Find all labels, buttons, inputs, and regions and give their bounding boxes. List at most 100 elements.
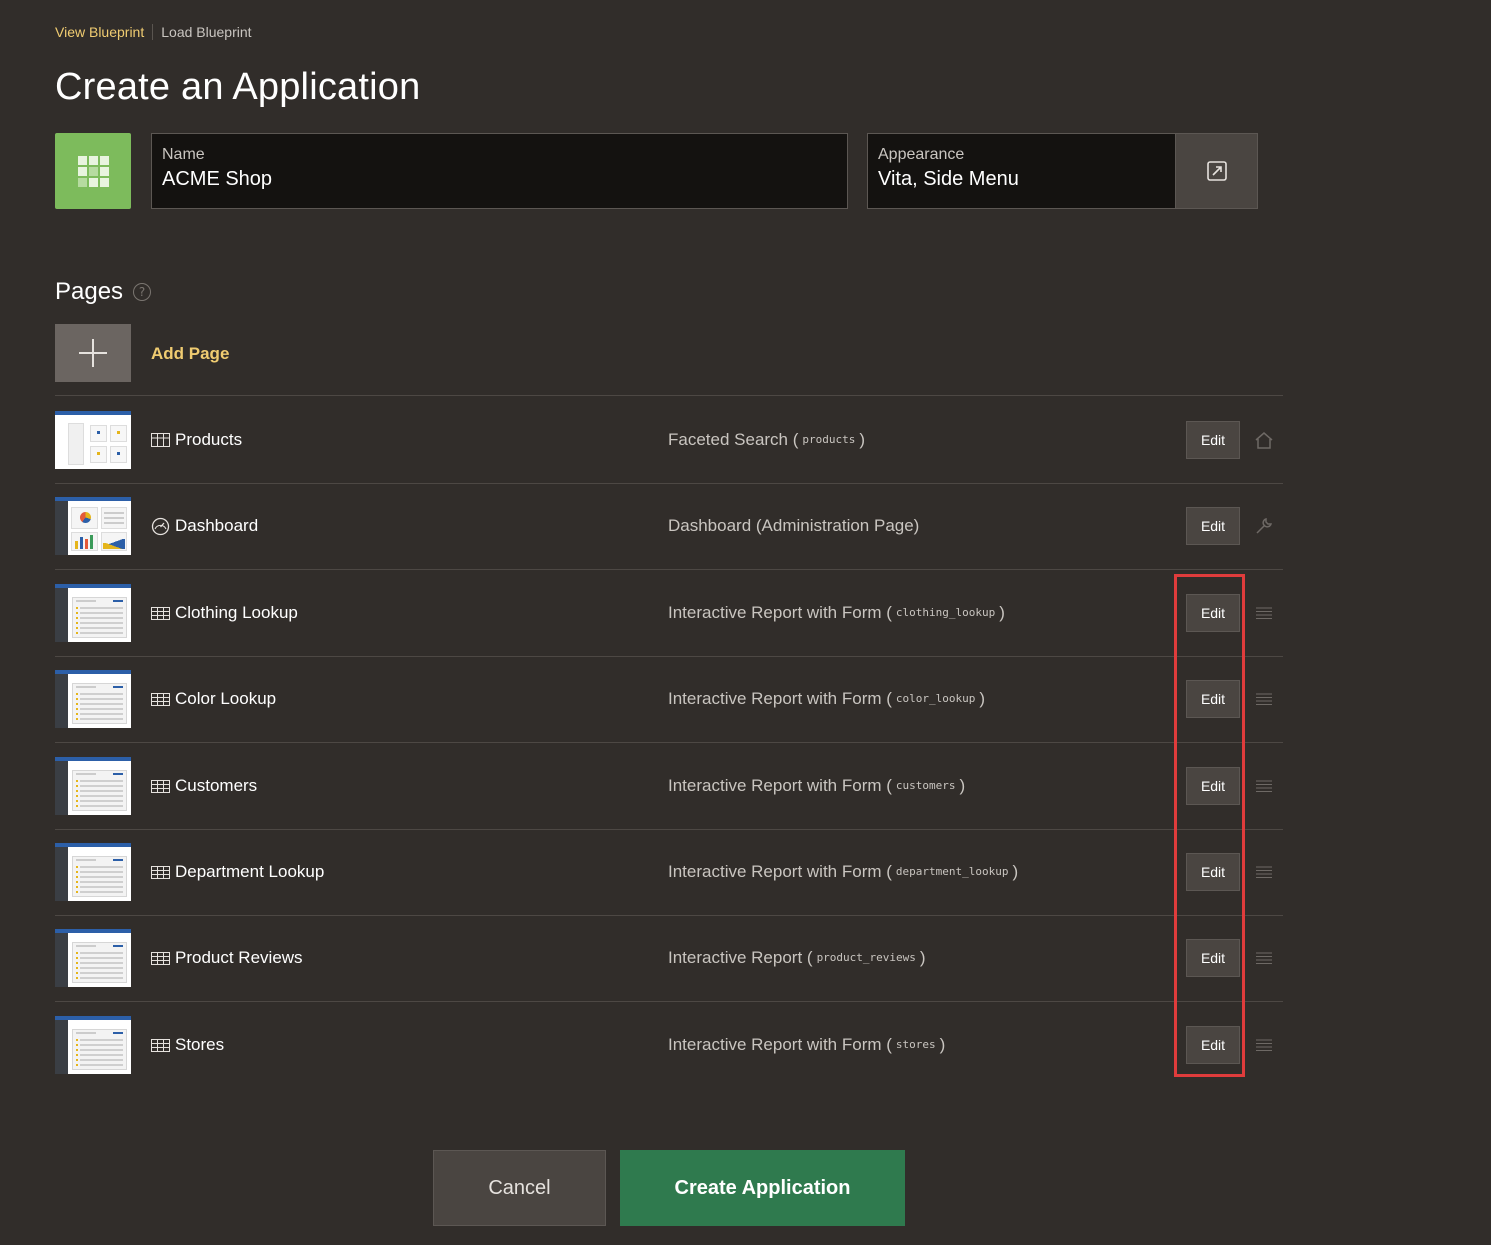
- edit-page-button[interactable]: Edit: [1186, 507, 1240, 545]
- create-application-button[interactable]: Create Application: [620, 1150, 905, 1226]
- name-value[interactable]: ACME Shop: [162, 168, 837, 191]
- row-divider: [55, 742, 1283, 743]
- edit-page-button[interactable]: Edit: [1186, 680, 1240, 718]
- drag-handle-icon[interactable]: [1254, 603, 1274, 623]
- page-type-label: Faceted Search (: [668, 430, 799, 449]
- page-thumbnail: [55, 1016, 131, 1074]
- page-type: Interactive Report with Form (stores): [668, 1035, 945, 1055]
- page-type: Interactive Report with Form (customers): [668, 776, 965, 796]
- pages-title: Pages: [55, 278, 124, 305]
- page-row: Stores Interactive Report with Form (sto…: [55, 1016, 1283, 1074]
- page-table-name: product_reviews: [816, 951, 916, 964]
- page-thumbnail: [55, 843, 131, 901]
- help-icon[interactable]: ?: [133, 283, 152, 301]
- page-type-label: Interactive Report (: [668, 948, 813, 967]
- page-thumbnail: [55, 670, 131, 728]
- page-row: Color Lookup Interactive Report with For…: [55, 670, 1283, 728]
- drag-handle-icon[interactable]: [1254, 689, 1274, 709]
- page-table-name: stores: [895, 1038, 936, 1051]
- table-icon: [151, 606, 170, 620]
- cancel-button[interactable]: Cancel: [433, 1150, 606, 1226]
- page-title-cell: Products: [151, 430, 242, 450]
- pages-heading: Pages ?: [55, 278, 152, 306]
- page-type: Dashboard (Administration Page): [668, 516, 919, 536]
- appearance-settings-button[interactable]: [1175, 133, 1258, 209]
- page-row: Products Faceted Search (products) Edit: [55, 411, 1283, 469]
- page-table-name: clothing_lookup: [895, 606, 996, 619]
- app-grid-icon: [77, 155, 109, 187]
- page-row: Dashboard Dashboard (Administration Page…: [55, 497, 1283, 555]
- page-title-cell: Dashboard: [151, 516, 258, 536]
- page-type-suffix: ): [979, 689, 986, 708]
- load-blueprint-link[interactable]: Load Blueprint: [161, 24, 251, 40]
- edit-page-button[interactable]: Edit: [1186, 939, 1240, 977]
- table-icon: [151, 865, 170, 879]
- row-divider: [55, 915, 1283, 916]
- edit-page-button[interactable]: Edit: [1186, 1026, 1240, 1064]
- page-name: Products: [175, 430, 243, 449]
- page-type-label: Interactive Report with Form (: [668, 603, 892, 622]
- page-title-cell: Product Reviews: [151, 948, 303, 968]
- page-thumbnail: [55, 411, 131, 469]
- page-type: Faceted Search (products): [668, 430, 865, 450]
- drag-handle-icon[interactable]: [1254, 776, 1274, 796]
- table-icon: [151, 951, 170, 965]
- appearance-label: Appearance: [878, 146, 965, 163]
- page-type-label: Dashboard (Administration Page): [668, 516, 920, 535]
- page-title-cell: Stores: [151, 1035, 224, 1055]
- appearance-field: Appearance Vita, Side Menu: [867, 133, 1176, 209]
- page-name: Color Lookup: [175, 689, 277, 708]
- page-type-suffix: ): [859, 430, 866, 449]
- add-page-link[interactable]: Add Page: [151, 344, 229, 364]
- page-type-suffix: ): [1012, 862, 1019, 881]
- view-blueprint-link[interactable]: View Blueprint: [55, 24, 144, 40]
- page-table-name: customers: [895, 779, 956, 792]
- row-divider: [55, 569, 1283, 570]
- name-label: Name: [162, 146, 205, 163]
- edit-page-button[interactable]: Edit: [1186, 767, 1240, 805]
- page-type-suffix: ): [959, 776, 966, 795]
- faceted-search-icon: [151, 433, 170, 447]
- edit-page-button[interactable]: Edit: [1186, 853, 1240, 891]
- open-dialog-icon: [1206, 161, 1227, 181]
- page-thumbnail: [55, 584, 131, 642]
- add-page-button[interactable]: [55, 324, 131, 382]
- plus-icon: [79, 339, 107, 367]
- page-type-suffix: ): [999, 603, 1005, 622]
- page-type-label: Interactive Report with Form (: [668, 689, 892, 708]
- page-name: Department Lookup: [175, 862, 325, 881]
- page-name: Dashboard: [175, 516, 259, 535]
- page-table-name: color_lookup: [895, 692, 976, 705]
- page-row: Product Reviews Interactive Report (prod…: [55, 929, 1283, 987]
- drag-handle-icon[interactable]: [1254, 1035, 1274, 1055]
- table-icon: [151, 1038, 170, 1052]
- gauge-icon: [151, 517, 170, 536]
- page-title-cell: Color Lookup: [151, 689, 276, 709]
- page-row: Customers Interactive Report with Form (…: [55, 757, 1283, 815]
- blueprint-nav: View Blueprint Load Blueprint: [55, 24, 252, 40]
- name-field[interactable]: Name ACME Shop: [151, 133, 848, 209]
- app-icon-picker[interactable]: [55, 133, 131, 209]
- table-icon: [151, 779, 170, 793]
- page-type-label: Interactive Report with Form (: [668, 862, 892, 881]
- page-title: Create an Application: [55, 66, 421, 108]
- page-type-label: Interactive Report with Form (: [668, 776, 892, 795]
- page-table-name: department_lookup: [895, 865, 1009, 878]
- home-icon: [1254, 430, 1274, 450]
- edit-page-button[interactable]: Edit: [1186, 421, 1240, 459]
- drag-handle-icon[interactable]: [1254, 862, 1274, 882]
- page-title-cell: Department Lookup: [151, 862, 324, 882]
- row-divider: [55, 395, 1283, 396]
- page-title-cell: Customers: [151, 776, 257, 796]
- row-divider: [55, 829, 1283, 830]
- page-name: Clothing Lookup: [175, 603, 298, 622]
- page-type: Interactive Report with Form (department…: [668, 862, 1018, 882]
- page-name: Customers: [175, 776, 258, 795]
- page-type: Interactive Report with Form (clothing_l…: [668, 603, 1005, 623]
- drag-handle-icon[interactable]: [1254, 948, 1274, 968]
- edit-page-button[interactable]: Edit: [1186, 594, 1240, 632]
- page-row: Clothing Lookup Interactive Report with …: [55, 584, 1283, 642]
- row-divider: [55, 483, 1283, 484]
- appearance-value: Vita, Side Menu: [878, 168, 1019, 190]
- page-title-cell: Clothing Lookup: [151, 603, 298, 623]
